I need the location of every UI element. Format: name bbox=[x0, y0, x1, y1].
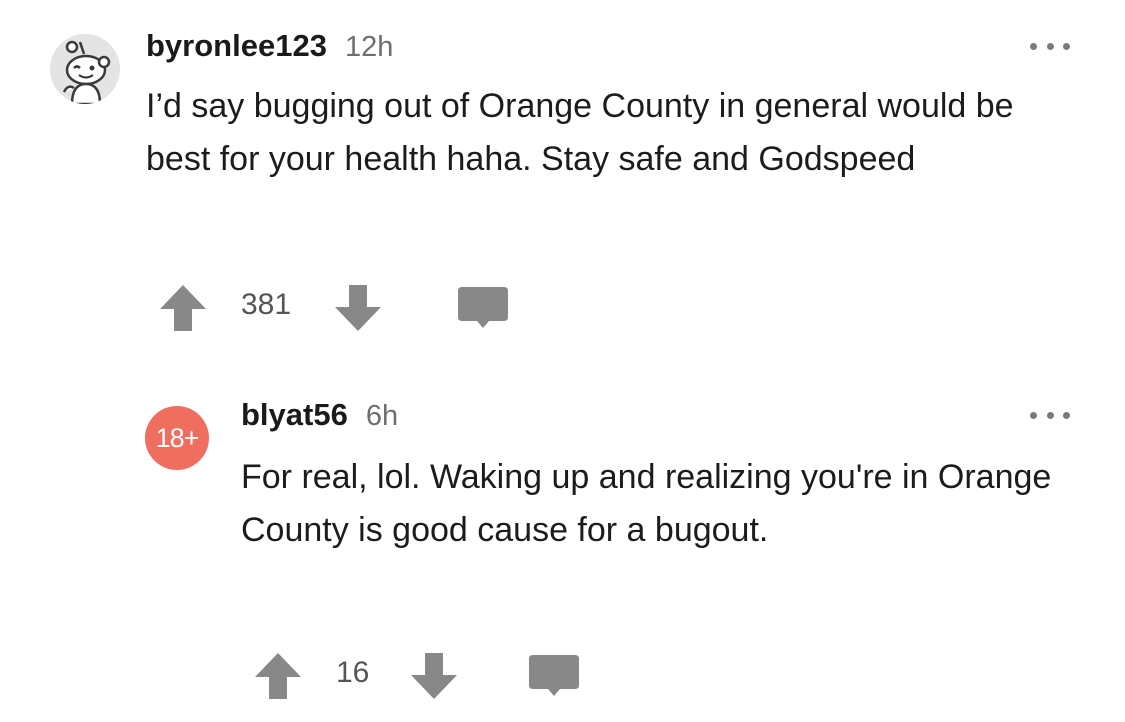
upvote-button[interactable] bbox=[155, 278, 211, 338]
comment-age: 6h bbox=[365, 400, 399, 432]
comment-age: 12h bbox=[344, 31, 394, 63]
more-dot bbox=[1046, 42, 1054, 50]
more-dot bbox=[1063, 411, 1070, 419]
reply-speech-bubble-icon bbox=[458, 287, 508, 328]
snoo-avatar-icon bbox=[50, 34, 120, 104]
upvote-arrow-icon bbox=[255, 653, 301, 699]
more-dot bbox=[1030, 42, 1037, 50]
username[interactable]: byronlee123 bbox=[146, 28, 327, 64]
username[interactable]: blyat56 bbox=[241, 397, 348, 433]
reply-button[interactable] bbox=[526, 646, 582, 706]
vote-score: 381 bbox=[241, 288, 292, 321]
more-options-icon[interactable] bbox=[1030, 410, 1070, 420]
snoo-avatar-icon[interactable] bbox=[50, 34, 120, 104]
avatar-label: 18+ bbox=[155, 422, 200, 453]
comment-body: I’d say bugging out of Orange County in … bbox=[146, 87, 1014, 178]
downvote-button[interactable] bbox=[406, 646, 462, 706]
downvote-arrow-icon bbox=[335, 285, 381, 331]
more-options-icon[interactable] bbox=[1030, 41, 1070, 51]
more-dot bbox=[1063, 42, 1070, 50]
nsfw-avatar-icon[interactable]: 18+ bbox=[145, 406, 209, 470]
downvote-arrow-icon bbox=[411, 653, 457, 699]
comment-reply: 18+ blyat56 6h For real, lol. Waking up … bbox=[0, 370, 1125, 722]
more-dot bbox=[1030, 411, 1037, 419]
upvote-button[interactable] bbox=[250, 646, 306, 706]
comment-body: For real, lol. Waking up and realizing y… bbox=[241, 458, 1052, 549]
comment-meta: byronlee123 12h bbox=[146, 28, 393, 68]
reply-button[interactable] bbox=[455, 278, 511, 338]
downvote-button[interactable] bbox=[330, 278, 386, 338]
comment-meta: blyat56 6h bbox=[241, 397, 398, 437]
vote-score: 16 bbox=[336, 656, 370, 689]
more-dot bbox=[1046, 411, 1054, 419]
comment: byronlee123 12h I’d say bugging out of O… bbox=[0, 0, 1125, 360]
upvote-arrow-icon bbox=[160, 285, 206, 331]
reply-speech-bubble-icon bbox=[529, 655, 579, 696]
